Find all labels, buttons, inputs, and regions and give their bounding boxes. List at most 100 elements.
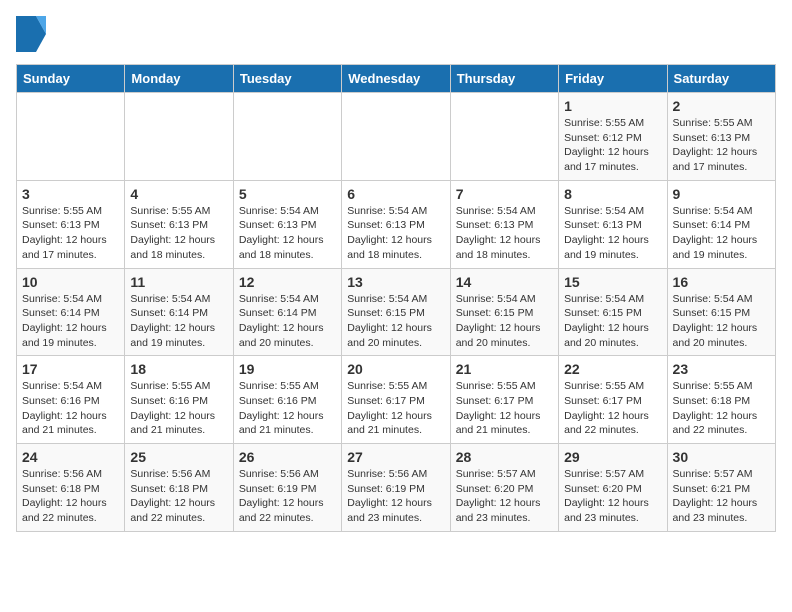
calendar-cell: 22Sunrise: 5:55 AM Sunset: 6:17 PM Dayli… [559, 356, 667, 444]
day-number: 25 [130, 449, 227, 465]
day-number: 20 [347, 361, 444, 377]
day-info: Sunrise: 5:55 AM Sunset: 6:18 PM Dayligh… [673, 379, 770, 438]
header-row: SundayMondayTuesdayWednesdayThursdayFrid… [17, 65, 776, 93]
calendar-cell: 29 Sunrise: 5:57 AM Sunset: 6:20 PM Dayli… [559, 444, 667, 532]
day-info: Sunrise: 5:54 AM Sunset: 6:15 PM Dayligh… [456, 292, 553, 351]
calendar-cell: 20 Sunrise: 5:55 AM Sunset: 6:17 PM Dayli… [342, 356, 450, 444]
calendar-cell: 19 Sunrise: 5:55 AM Sunset: 6:16 PM Dayli… [233, 356, 341, 444]
day-info: Sunrise: 5:56 AM Sunset: 6:19 PM Dayligh… [239, 467, 336, 526]
calendar-cell: 1 Sunrise: 5:55 AM Sunset: 6:12 PM Daylig… [559, 93, 667, 181]
header-saturday: Saturday [667, 65, 775, 93]
calendar-cell: 25Sunrise: 5:56 AM Sunset: 6:18 PM Dayli… [125, 444, 233, 532]
header-tuesday: Tuesday [233, 65, 341, 93]
calendar-cell: 30 Sunrise: 5:57 AM Sunset: 6:21 PM Dayli… [667, 444, 775, 532]
day-info: Sunrise: 5:55 AM Sunset: 6:13 PM Dayligh… [22, 204, 119, 263]
calendar-cell: 18 Sunrise: 5:55 AM Sunset: 6:16 PM Dayli… [125, 356, 233, 444]
calendar-cell: 6 Sunrise: 5:54 AM Sunset: 6:13 PM Daylig… [342, 180, 450, 268]
day-number: 17 [22, 361, 119, 377]
calendar-body: 1 Sunrise: 5:55 AM Sunset: 6:12 PM Daylig… [17, 93, 776, 532]
day-number: 9 [673, 186, 770, 202]
header-friday: Friday [559, 65, 667, 93]
logo-icon [16, 16, 46, 52]
day-number: 14 [456, 274, 553, 290]
calendar-cell: 9 Sunrise: 5:54 AM Sunset: 6:14 PM Daylig… [667, 180, 775, 268]
calendar-cell: 8Sunrise: 5:54 AM Sunset: 6:13 PM Daylig… [559, 180, 667, 268]
day-number: 29 [564, 449, 661, 465]
calendar-cell [17, 93, 125, 181]
day-info: Sunrise: 5:55 AM Sunset: 6:16 PM Dayligh… [239, 379, 336, 438]
day-number: 2 [673, 98, 770, 114]
day-number: 12 [239, 274, 336, 290]
day-number: 6 [347, 186, 444, 202]
day-number: 4 [130, 186, 227, 202]
day-info: Sunrise: 5:54 AM Sunset: 6:14 PM Dayligh… [239, 292, 336, 351]
day-info: Sunrise: 5:54 AM Sunset: 6:13 PM Dayligh… [347, 204, 444, 263]
calendar-cell [450, 93, 558, 181]
day-info: Sunrise: 5:55 AM Sunset: 6:12 PM Dayligh… [564, 116, 661, 175]
week-row-4: 24Sunrise: 5:56 AM Sunset: 6:18 PM Dayli… [17, 444, 776, 532]
day-number: 28 [456, 449, 553, 465]
calendar-cell: 14 Sunrise: 5:54 AM Sunset: 6:15 PM Dayli… [450, 268, 558, 356]
day-number: 11 [130, 274, 227, 290]
day-number: 26 [239, 449, 336, 465]
header-monday: Monday [125, 65, 233, 93]
page-header [16, 16, 776, 52]
day-info: Sunrise: 5:54 AM Sunset: 6:15 PM Dayligh… [564, 292, 661, 351]
day-number: 27 [347, 449, 444, 465]
day-info: Sunrise: 5:55 AM Sunset: 6:17 PM Dayligh… [456, 379, 553, 438]
header-sunday: Sunday [17, 65, 125, 93]
day-info: Sunrise: 5:54 AM Sunset: 6:14 PM Dayligh… [673, 204, 770, 263]
calendar-cell: 17Sunrise: 5:54 AM Sunset: 6:16 PM Dayli… [17, 356, 125, 444]
day-info: Sunrise: 5:57 AM Sunset: 6:21 PM Dayligh… [673, 467, 770, 526]
calendar-cell [342, 93, 450, 181]
week-row-3: 17Sunrise: 5:54 AM Sunset: 6:16 PM Dayli… [17, 356, 776, 444]
calendar-cell: 27Sunrise: 5:56 AM Sunset: 6:19 PM Dayli… [342, 444, 450, 532]
header-wednesday: Wednesday [342, 65, 450, 93]
calendar-cell: 4 Sunrise: 5:55 AM Sunset: 6:13 PM Daylig… [125, 180, 233, 268]
day-info: Sunrise: 5:54 AM Sunset: 6:15 PM Dayligh… [673, 292, 770, 351]
calendar-cell: 5 Sunrise: 5:54 AM Sunset: 6:13 PM Daylig… [233, 180, 341, 268]
day-info: Sunrise: 5:54 AM Sunset: 6:13 PM Dayligh… [564, 204, 661, 263]
day-number: 30 [673, 449, 770, 465]
calendar-cell: 15 Sunrise: 5:54 AM Sunset: 6:15 PM Dayli… [559, 268, 667, 356]
calendar-cell: 2Sunrise: 5:55 AM Sunset: 6:13 PM Daylig… [667, 93, 775, 181]
calendar-cell: 16 Sunrise: 5:54 AM Sunset: 6:15 PM Dayli… [667, 268, 775, 356]
calendar-cell: 23 Sunrise: 5:55 AM Sunset: 6:18 PM Dayli… [667, 356, 775, 444]
day-number: 21 [456, 361, 553, 377]
week-row-2: 10 Sunrise: 5:54 AM Sunset: 6:14 PM Dayli… [17, 268, 776, 356]
day-number: 22 [564, 361, 661, 377]
calendar-cell: 7 Sunrise: 5:54 AM Sunset: 6:13 PM Daylig… [450, 180, 558, 268]
day-number: 7 [456, 186, 553, 202]
day-info: Sunrise: 5:57 AM Sunset: 6:20 PM Dayligh… [456, 467, 553, 526]
day-info: Sunrise: 5:54 AM Sunset: 6:14 PM Dayligh… [130, 292, 227, 351]
calendar-header: SundayMondayTuesdayWednesdayThursdayFrid… [17, 65, 776, 93]
day-number: 16 [673, 274, 770, 290]
day-info: Sunrise: 5:54 AM Sunset: 6:13 PM Dayligh… [239, 204, 336, 263]
day-info: Sunrise: 5:55 AM Sunset: 6:13 PM Dayligh… [130, 204, 227, 263]
calendar-cell: 3 Sunrise: 5:55 AM Sunset: 6:13 PM Daylig… [17, 180, 125, 268]
day-info: Sunrise: 5:55 AM Sunset: 6:16 PM Dayligh… [130, 379, 227, 438]
calendar-cell: 26 Sunrise: 5:56 AM Sunset: 6:19 PM Dayli… [233, 444, 341, 532]
day-number: 18 [130, 361, 227, 377]
week-row-1: 3 Sunrise: 5:55 AM Sunset: 6:13 PM Daylig… [17, 180, 776, 268]
day-info: Sunrise: 5:55 AM Sunset: 6:17 PM Dayligh… [347, 379, 444, 438]
calendar-cell: 11 Sunrise: 5:54 AM Sunset: 6:14 PM Dayli… [125, 268, 233, 356]
calendar-cell: 28 Sunrise: 5:57 AM Sunset: 6:20 PM Dayli… [450, 444, 558, 532]
day-info: Sunrise: 5:54 AM Sunset: 6:15 PM Dayligh… [347, 292, 444, 351]
day-number: 23 [673, 361, 770, 377]
calendar-cell [233, 93, 341, 181]
day-number: 15 [564, 274, 661, 290]
week-row-0: 1 Sunrise: 5:55 AM Sunset: 6:12 PM Daylig… [17, 93, 776, 181]
calendar-cell: 13Sunrise: 5:54 AM Sunset: 6:15 PM Dayli… [342, 268, 450, 356]
day-number: 3 [22, 186, 119, 202]
day-number: 24 [22, 449, 119, 465]
day-info: Sunrise: 5:57 AM Sunset: 6:20 PM Dayligh… [564, 467, 661, 526]
calendar-cell: 12 Sunrise: 5:54 AM Sunset: 6:14 PM Dayli… [233, 268, 341, 356]
day-info: Sunrise: 5:54 AM Sunset: 6:13 PM Dayligh… [456, 204, 553, 263]
day-number: 5 [239, 186, 336, 202]
day-number: 10 [22, 274, 119, 290]
day-number: 19 [239, 361, 336, 377]
logo [16, 16, 50, 52]
calendar-cell [125, 93, 233, 181]
day-number: 1 [564, 98, 661, 114]
